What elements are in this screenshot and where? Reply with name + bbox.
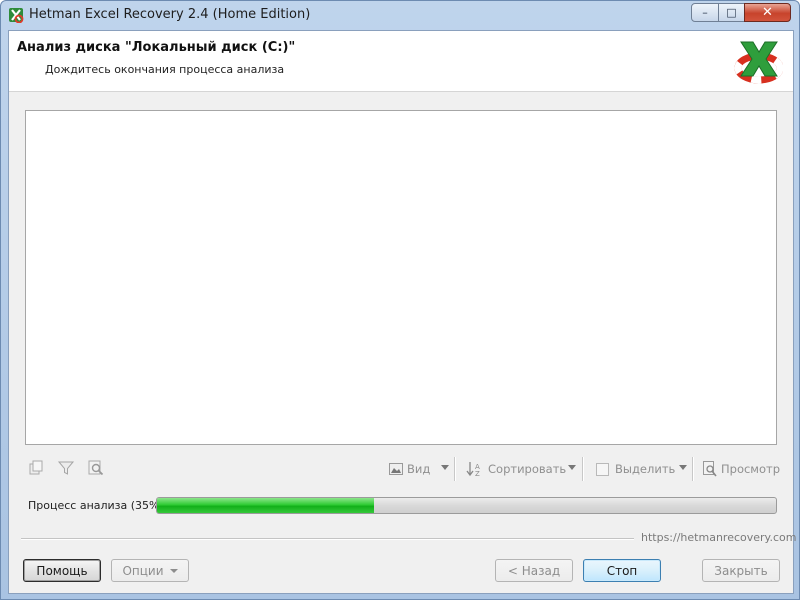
toolbar-separator: [582, 457, 584, 481]
close-window-button[interactable]: ✕: [744, 3, 791, 22]
preview-label: Просмотр: [721, 462, 781, 476]
sort-dropdown-arrow-icon[interactable]: [568, 465, 576, 470]
svg-text:Z: Z: [475, 470, 480, 477]
filter-icon[interactable]: [57, 459, 75, 477]
view-label: Вид: [407, 462, 431, 476]
preview-icon: [703, 461, 717, 477]
help-button[interactable]: Помощь: [23, 559, 101, 582]
preview-button[interactable]: Просмотр: [703, 459, 780, 479]
sort-button[interactable]: A Z Сортировать: [466, 459, 566, 479]
analysis-progress-bar: [156, 497, 777, 514]
view-button[interactable]: Вид: [389, 459, 430, 479]
app-logo-icon: [9, 8, 24, 23]
toolbar-separator: [692, 457, 694, 481]
progress-fill: [157, 498, 374, 513]
page-title: Анализ диска "Локальный диск (C:)": [17, 40, 296, 55]
progress-label: Процесс анализа (35%): [28, 499, 164, 512]
page-subtitle: Дождитесь окончания процесса анализа: [45, 63, 285, 76]
back-button[interactable]: < Назад: [495, 559, 573, 582]
sort-label: Сортировать: [488, 462, 567, 476]
select-dropdown-arrow-icon[interactable]: [679, 465, 687, 470]
copy-icon[interactable]: [27, 459, 45, 477]
select-checkbox-icon: [596, 462, 609, 476]
excel-recovery-logo-icon: [734, 41, 783, 84]
toolbar-separator: [454, 457, 456, 481]
select-label: Выделить: [615, 462, 676, 476]
stop-button[interactable]: Стоп: [583, 559, 661, 582]
minimize-button[interactable]: –: [691, 3, 719, 22]
results-list[interactable]: [25, 110, 777, 445]
select-button[interactable]: Выделить: [596, 459, 675, 479]
wizard-header: Анализ диска "Локальный диск (C:)" Дожди…: [9, 31, 793, 92]
app-window: Hetman Excel Recovery 2.4 (Home Edition)…: [0, 0, 800, 600]
view-dropdown-arrow-icon[interactable]: [441, 465, 449, 470]
window-title: Hetman Excel Recovery 2.4 (Home Edition): [29, 7, 311, 22]
wizard-body: Анализ диска "Локальный диск (C:)" Дожди…: [8, 30, 796, 594]
close-button[interactable]: Закрыть: [702, 559, 780, 582]
maximize-button[interactable]: □: [718, 3, 745, 22]
sort-icon: A Z: [466, 462, 480, 477]
options-button[interactable]: Опции: [111, 559, 189, 582]
results-toolbar: Вид A Z Сортировать Выделить Просмотр: [9, 455, 793, 483]
options-dropdown-arrow-icon: [169, 568, 178, 573]
title-bar[interactable]: Hetman Excel Recovery 2.4 (Home Edition)…: [1, 1, 799, 29]
find-icon[interactable]: [87, 459, 105, 477]
footer-divider: [21, 538, 634, 540]
website-link[interactable]: https://hetmanrecovery.com: [641, 531, 796, 544]
view-icon: [389, 463, 403, 475]
options-label: Опции: [122, 563, 164, 578]
